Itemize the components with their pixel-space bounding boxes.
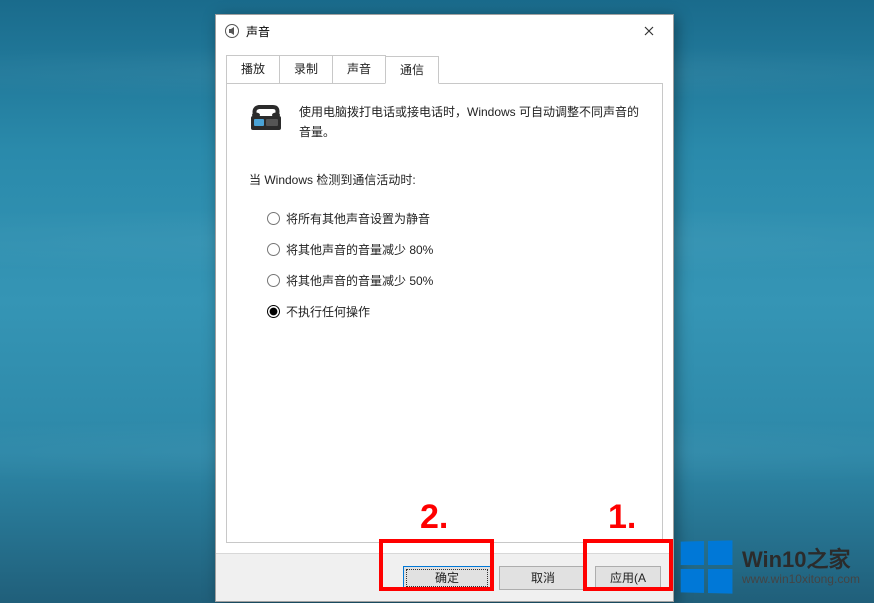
watermark-text: Win10之家 www.win10xitong.com bbox=[742, 547, 860, 586]
intro-text: 使用电脑拨打电话或接电话时，Windows 可自动调整不同声音的音量。 bbox=[299, 102, 640, 143]
dialog-title: 声音 bbox=[246, 23, 270, 40]
phone-icon bbox=[249, 102, 285, 137]
intro-section: 使用电脑拨打电话或接电话时，Windows 可自动调整不同声音的音量。 bbox=[249, 102, 640, 143]
tabbar: 播放 录制 声音 通信 bbox=[216, 47, 673, 83]
titlebar: 声音 bbox=[216, 15, 673, 47]
radio-reduce-50[interactable]: 将其他声音的音量减少 50% bbox=[267, 272, 640, 289]
cancel-button[interactable]: 取消 bbox=[499, 566, 587, 590]
radio-label: 将其他声音的音量减少 50% bbox=[286, 272, 433, 289]
radio-label: 不执行任何操作 bbox=[286, 303, 370, 320]
close-button[interactable] bbox=[626, 16, 671, 46]
tab-recording[interactable]: 录制 bbox=[279, 55, 333, 83]
watermark: Win10之家 www.win10xitong.com bbox=[680, 541, 860, 593]
radio-do-nothing[interactable]: 不执行任何操作 bbox=[267, 303, 640, 320]
sound-dialog: 声音 播放 录制 声音 通信 使用电脑拨打电 bbox=[215, 14, 674, 602]
radio-label: 将所有其他声音设置为静音 bbox=[286, 210, 430, 227]
radio-input[interactable] bbox=[267, 305, 280, 318]
tab-communications[interactable]: 通信 bbox=[385, 56, 439, 84]
radio-input[interactable] bbox=[267, 243, 280, 256]
radio-reduce-80[interactable]: 将其他声音的音量减少 80% bbox=[267, 241, 640, 258]
tab-content: 使用电脑拨打电话或接电话时，Windows 可自动调整不同声音的音量。 当 Wi… bbox=[226, 83, 663, 543]
watermark-title: Win10之家 bbox=[742, 547, 860, 572]
radio-label: 将其他声音的音量减少 80% bbox=[286, 241, 433, 258]
sound-icon bbox=[224, 23, 240, 39]
apply-button[interactable]: 应用(A bbox=[595, 566, 661, 590]
button-bar: 确定 取消 应用(A bbox=[216, 553, 673, 601]
tab-sounds[interactable]: 声音 bbox=[332, 55, 386, 83]
radio-mute-all[interactable]: 将所有其他声音设置为静音 bbox=[267, 210, 640, 227]
radio-group: 将所有其他声音设置为静音 将其他声音的音量减少 80% 将其他声音的音量减少 5… bbox=[249, 210, 640, 320]
windows-logo-icon bbox=[681, 540, 733, 593]
tab-playback[interactable]: 播放 bbox=[226, 55, 280, 83]
ok-button[interactable]: 确定 bbox=[403, 566, 491, 590]
watermark-url: www.win10xitong.com bbox=[742, 573, 860, 587]
radio-input[interactable] bbox=[267, 274, 280, 287]
detect-label: 当 Windows 检测到通信活动时: bbox=[249, 171, 640, 188]
radio-input[interactable] bbox=[267, 212, 280, 225]
